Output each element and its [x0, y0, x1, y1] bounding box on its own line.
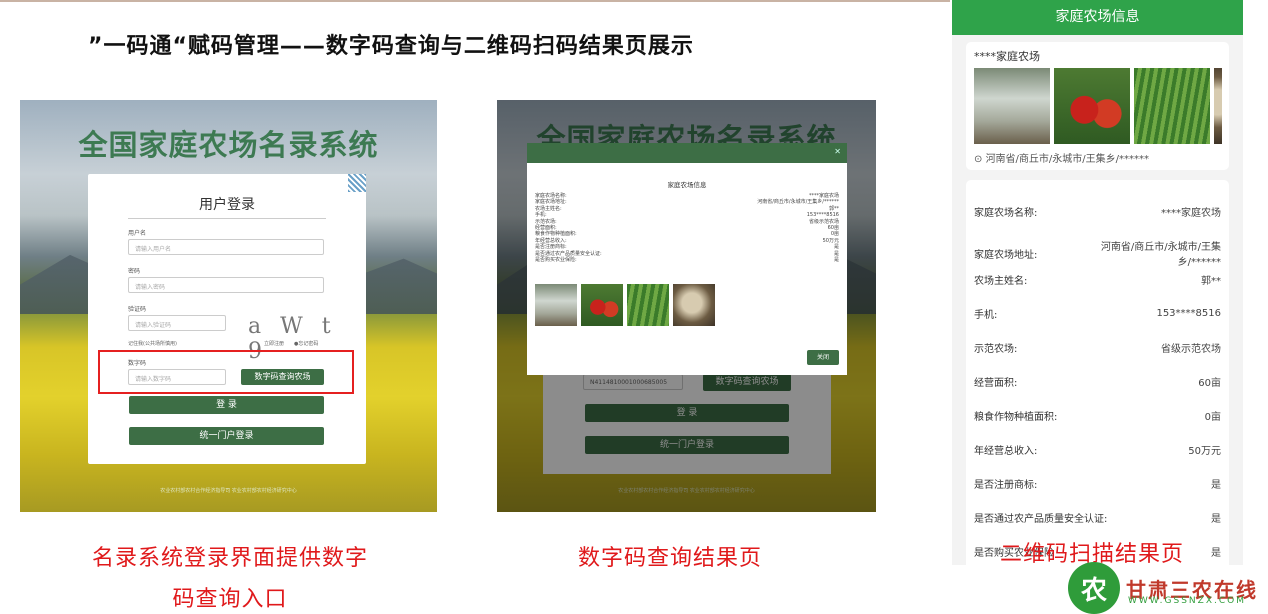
- farm-photo[interactable]: [1054, 68, 1130, 144]
- farm-details-card: 家庭农场名称: ****家庭农场家庭农场地址: 河南省/商丘市/永城市/王集乡/**…: [966, 180, 1229, 565]
- row-value: 省级示范农场: [1161, 344, 1221, 355]
- logo-url: WWW.GSSNZX.COM: [1128, 596, 1246, 606]
- farm-info-row: 农场主姓名: 郭**: [974, 272, 1221, 287]
- login-title: 用户登录: [199, 197, 255, 213]
- row-value: 50万元: [1188, 446, 1221, 457]
- username-label: 用户名: [128, 230, 147, 237]
- row-key: 家庭农场名称:: [974, 208, 1038, 219]
- location-pin-icon: ⊙: [974, 154, 986, 165]
- row-key: 年经营总收入:: [974, 446, 1038, 457]
- row-value: 153****8516: [1156, 308, 1221, 319]
- captcha-input[interactable]: 请输入验证码: [128, 315, 226, 331]
- row-value: 郭**: [1201, 276, 1221, 287]
- register-link[interactable]: 立即注册: [264, 340, 284, 347]
- mobile-header: 家庭农场信息: [952, 0, 1243, 35]
- row-value: 是: [1211, 548, 1221, 559]
- captcha-label: 验证码: [128, 306, 147, 313]
- farm-summary-card: ****家庭农场 ⊙ 河南省/商丘市/永城市/王集乡/******: [966, 42, 1229, 170]
- farm-photo[interactable]: [1214, 68, 1222, 144]
- farm-photo[interactable]: [673, 284, 715, 326]
- farm-info-row: 示范农场: 省级示范农场: [974, 340, 1221, 355]
- farm-name: ****家庭农场: [974, 50, 1040, 63]
- row-value: ****家庭农场: [1161, 208, 1221, 219]
- caption-left-line2: 码查询入口: [172, 587, 288, 612]
- username-input[interactable]: 请输入用户名: [128, 239, 324, 255]
- farm-info-row: 家庭农场地址: 河南省/商丘市/永城市/王集乡/******: [974, 238, 1221, 268]
- farm-info-modal: ✕ 家庭农场信息 家庭农场名称: ****家庭农场 家庭农场地址: 河南省/商丘市/永…: [527, 143, 847, 375]
- farm-info-row: 手机: 153****8516: [974, 306, 1221, 321]
- password-label: 密码: [128, 268, 141, 275]
- query-result-screenshot: 全国家庭农场名录系统 N4114810001000685005 数字码查询农场 …: [497, 100, 876, 512]
- row-key: 示范农场:: [974, 344, 1018, 355]
- login-button[interactable]: 登 录: [129, 396, 324, 414]
- row-key: 是否购买农业保险:: [535, 257, 577, 264]
- row-key: 经营面积:: [974, 378, 1018, 389]
- system-title: 全国家庭农场名录系统: [78, 128, 379, 162]
- farm-photo[interactable]: [974, 68, 1050, 144]
- forgot-password-link[interactable]: ●忘记密码: [294, 340, 318, 347]
- row-value: 河南省/商丘市/永城市/王集乡/******: [1100, 242, 1221, 268]
- farm-photo[interactable]: [581, 284, 623, 326]
- row-value: 河南省/商丘市/永城市/王集乡/******: [757, 199, 839, 206]
- caption-middle: 数字码查询结果页: [577, 546, 762, 571]
- location-text: ⊙ 河南省/商丘市/永城市/王集乡/******: [974, 150, 1149, 165]
- row-key: 农场主姓名:: [974, 276, 1028, 287]
- row-key: 家庭农场地址:: [974, 249, 1038, 261]
- portal-login-button[interactable]: 统一门户登录: [129, 427, 324, 445]
- row-value: 0亩: [1204, 412, 1221, 423]
- footnote: 农业农村部农村合作经济指导司 农业农村部农村经济研究中心: [160, 488, 297, 494]
- row-key: 手机:: [974, 310, 998, 321]
- logo-leaf-icon: 农: [1068, 562, 1120, 614]
- row-value: 是: [1211, 514, 1221, 525]
- close-button[interactable]: 关闭: [807, 350, 839, 365]
- caption-left-line1: 名录系统登录界面提供数字: [91, 546, 368, 571]
- row-value: 是: [1211, 480, 1221, 491]
- modal-header: ✕: [527, 143, 847, 163]
- close-icon[interactable]: ✕: [834, 147, 841, 156]
- farm-info-row: 是否注册商标: 是: [974, 476, 1221, 491]
- modal-info-row: 是否购买农业保险: 是: [527, 257, 847, 263]
- farm-info-row: 经营面积: 60亩: [974, 374, 1221, 389]
- farm-photo[interactable]: [627, 284, 669, 326]
- modal-rows: 家庭农场名称: ****家庭农场 家庭农场地址: 河南省/商丘市/永城市/王集乡/**…: [527, 193, 847, 263]
- slide-title: ”一码通“赋码管理——数字码查询与二维码扫码结果页展示: [88, 34, 694, 59]
- row-value: 60亩: [1198, 378, 1221, 389]
- farm-photos: [535, 284, 715, 326]
- highlight-box: [98, 350, 354, 394]
- farm-info-row: 年经营总收入: 50万元: [974, 442, 1221, 457]
- row-key: 是否注册商标:: [974, 480, 1038, 491]
- qr-code-icon[interactable]: [348, 174, 366, 192]
- location-value: 河南省/商丘市/永城市/王集乡/******: [985, 154, 1150, 165]
- farm-photo[interactable]: [535, 284, 577, 326]
- farm-photo[interactable]: [1134, 68, 1210, 144]
- login-card: 用户登录 用户名 请输入用户名 密码 请输入密码 验证码 请输入验证码 a W …: [88, 174, 366, 464]
- modal-title: 家庭农场信息: [667, 181, 707, 189]
- mobile-result-screenshot: 家庭农场信息 ****家庭农场 ⊙ 河南省/商丘市/永城市/王集乡/******…: [952, 0, 1243, 565]
- farm-photos: [974, 68, 1222, 144]
- farm-info-row: 粮食作物种植面积: 0亩: [974, 408, 1221, 423]
- row-key: 是否通过农产品质量安全认证:: [974, 514, 1108, 525]
- divider: [128, 218, 326, 219]
- remember-checkbox[interactable]: 记住我(公共场所慎用): [128, 340, 177, 347]
- login-screenshot: 全国家庭农场名录系统 用户登录 用户名 请输入用户名 密码 请输入密码 验证码 …: [20, 100, 437, 512]
- site-logo: 农 甘肃三农在线: [1068, 562, 1258, 614]
- top-divider: [0, 0, 950, 2]
- farm-info-row: 是否通过农产品质量安全认证: 是: [974, 510, 1221, 525]
- farm-info-row: 家庭农场名称: ****家庭农场: [974, 204, 1221, 219]
- row-key: 粮食作物种植面积:: [974, 412, 1058, 423]
- row-value: 是: [833, 257, 839, 264]
- password-input[interactable]: 请输入密码: [128, 277, 324, 293]
